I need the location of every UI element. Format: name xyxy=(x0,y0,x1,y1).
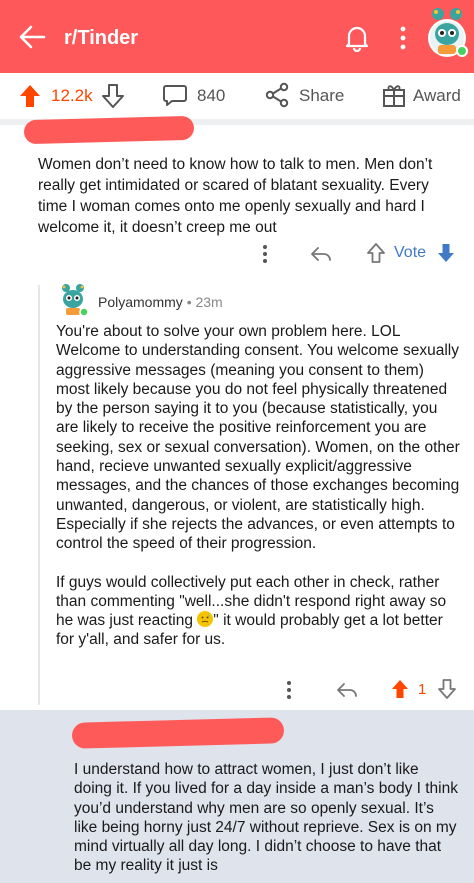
username-text[interactable]: Polyamommy xyxy=(98,294,183,310)
comment-overflow-icon[interactable] xyxy=(260,244,270,264)
post-vote-count: 12.2k xyxy=(51,86,93,105)
award-button[interactable]: Award xyxy=(413,86,461,106)
back-arrow-icon[interactable] xyxy=(18,24,46,50)
comment-body: I understand how to attract women, I jus… xyxy=(74,761,458,875)
face-emoji-icon xyxy=(197,611,214,628)
reply-arrow-icon[interactable] xyxy=(310,244,332,264)
reply-username[interactable]: Polyamommy • 23m xyxy=(98,294,223,310)
share-button[interactable]: Share xyxy=(299,86,344,106)
comment-upvote-icon[interactable] xyxy=(366,242,386,264)
subreddit-title[interactable]: r/Tinder xyxy=(64,27,138,50)
reply-vote-count: 1 xyxy=(418,681,427,698)
share-icon[interactable] xyxy=(264,82,290,108)
reply-upvote-icon[interactable] xyxy=(390,678,410,700)
comment-downvote-icon[interactable] xyxy=(436,242,456,264)
comment-bubble-icon[interactable] xyxy=(162,82,188,108)
comment-body: Women don’t need to know how to talk to … xyxy=(38,156,433,236)
reply-arrow-icon[interactable] xyxy=(336,680,358,700)
overflow-menu-icon[interactable] xyxy=(396,24,410,52)
award-gift-icon[interactable] xyxy=(381,82,407,108)
thread-line xyxy=(38,285,40,705)
comment-actions: Vote xyxy=(0,238,474,270)
redacted-username xyxy=(71,717,285,749)
reply-paragraph: You're about to solve your own problem h… xyxy=(56,323,460,553)
comment-count[interactable]: 840 xyxy=(197,86,225,106)
reply-overflow-icon[interactable] xyxy=(284,680,294,700)
reply-timestamp: • 23m xyxy=(186,294,223,310)
downvote-arrow-icon[interactable] xyxy=(101,83,125,109)
vote-label[interactable]: Vote xyxy=(394,244,426,262)
reply-actions: 1 xyxy=(0,676,474,704)
app-header: r/Tinder xyxy=(0,0,474,73)
bell-icon[interactable] xyxy=(344,24,370,52)
post-action-bar: 12.2k 840 Share Award xyxy=(0,73,474,119)
user-avatar[interactable] xyxy=(424,4,470,64)
upvote-arrow-icon[interactable] xyxy=(18,83,42,109)
reply-body: You're about to solve your own problem h… xyxy=(56,322,461,650)
reply-paragraph: If guys would collectively put each othe… xyxy=(56,573,461,650)
redacted-username xyxy=(23,115,195,145)
reply-downvote-icon[interactable] xyxy=(437,678,457,700)
reply-user-avatar[interactable] xyxy=(56,282,90,318)
